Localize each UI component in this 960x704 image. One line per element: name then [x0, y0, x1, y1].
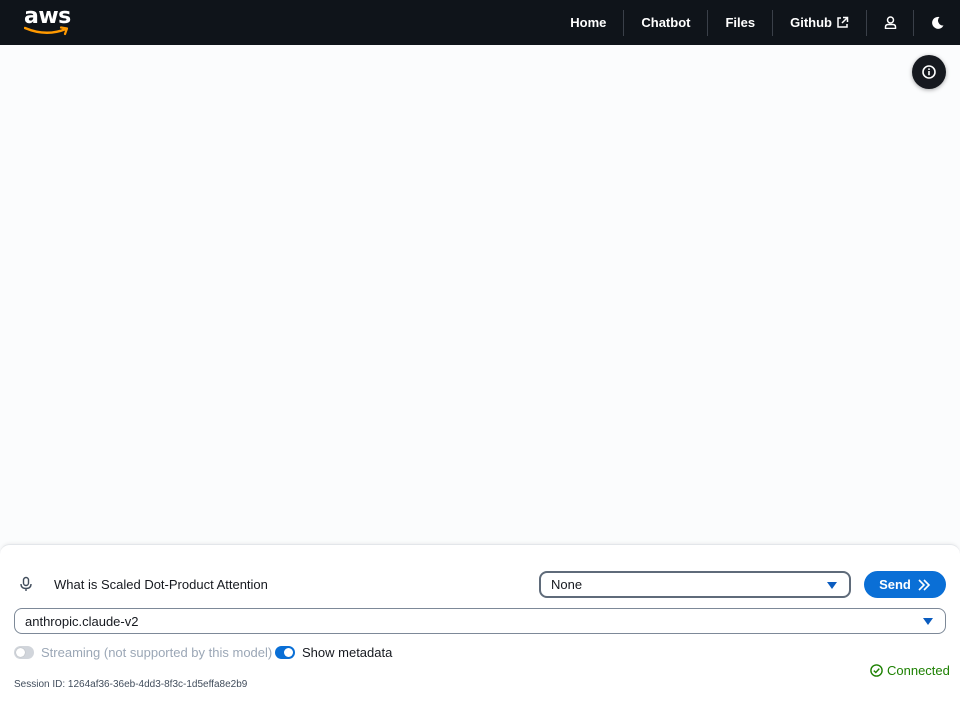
- workspace-select[interactable]: None: [539, 571, 851, 598]
- aws-smile-icon: [24, 26, 69, 36]
- toggle-knob: [16, 648, 25, 657]
- nav-home-label: Home: [570, 15, 607, 30]
- streaming-label: Streaming (not supported by this model): [41, 645, 273, 660]
- streaming-toggle[interactable]: [14, 646, 34, 659]
- nav-github[interactable]: Github: [773, 0, 866, 45]
- user-profile-button[interactable]: [867, 0, 913, 45]
- workspace-select-value: None: [551, 577, 583, 592]
- session-id: Session ID: 1264af36-36eb-4dd3-8f3c-1d5e…: [14, 679, 248, 690]
- send-button-label: Send: [879, 577, 911, 592]
- double-chevron-right-icon: [918, 578, 931, 591]
- external-link-icon: [836, 16, 849, 29]
- model-select[interactable]: anthropic.claude-v2: [14, 608, 946, 634]
- info-icon: [922, 65, 936, 79]
- nav-chatbot[interactable]: Chatbot: [624, 0, 707, 45]
- send-button[interactable]: Send: [864, 571, 946, 598]
- moon-icon: [931, 16, 943, 29]
- connection-status-label: Connected: [887, 662, 950, 678]
- nav-home[interactable]: Home: [553, 0, 623, 45]
- model-select-value: anthropic.claude-v2: [25, 613, 139, 629]
- toggle-knob: [284, 648, 293, 657]
- show-metadata-toggle[interactable]: [275, 646, 295, 659]
- connection-status: Connected: [870, 662, 950, 678]
- microphone-button[interactable]: [18, 576, 34, 592]
- nav-chatbot-label: Chatbot: [641, 15, 691, 30]
- user-icon: [884, 16, 896, 29]
- top-navigation: aws Home Chatbot Files Github: [0, 0, 960, 45]
- nav-github-label: Github: [790, 15, 832, 30]
- aws-logo[interactable]: aws: [22, 5, 72, 37]
- nav-items: Home Chatbot Files Github: [553, 0, 960, 45]
- caret-down-icon: [923, 618, 933, 625]
- microphone-icon: [20, 576, 32, 591]
- info-button[interactable]: [912, 55, 946, 89]
- show-metadata-label: Show metadata: [302, 645, 393, 660]
- prompt-input[interactable]: [46, 572, 526, 596]
- nav-files-label: Files: [725, 15, 756, 30]
- caret-down-icon: [827, 581, 837, 589]
- nav-files[interactable]: Files: [708, 0, 772, 45]
- dark-mode-toggle[interactable]: [914, 0, 960, 45]
- check-circle-icon: [870, 663, 883, 677]
